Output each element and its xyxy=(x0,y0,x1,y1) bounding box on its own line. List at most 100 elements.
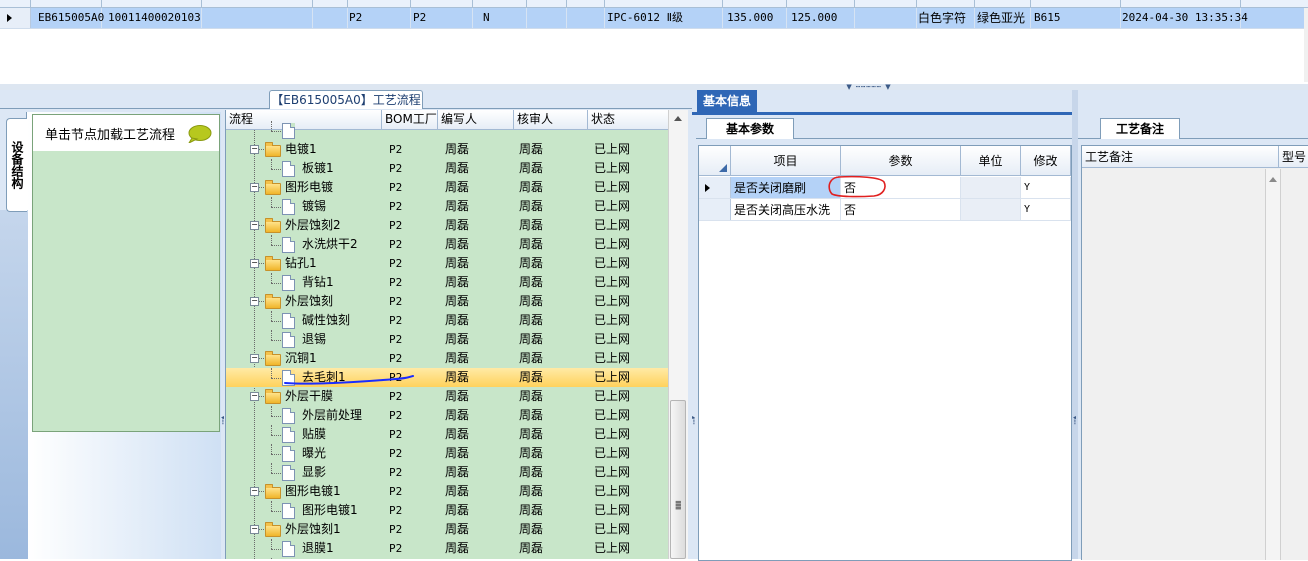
param-col-modify[interactable]: 修改 xyxy=(1021,146,1071,176)
tree-node-label[interactable]: 板镀1 xyxy=(302,159,334,178)
tree-node-step[interactable]: 曝光 P2 周磊 周磊 已上网 xyxy=(226,444,669,463)
tree-cell-factory[interactable]: P2 xyxy=(389,463,402,482)
tree-node-label[interactable]: 外层蚀刻1 xyxy=(285,520,341,539)
tree-cell-status[interactable]: 已上网 xyxy=(594,387,630,406)
order-cell-soldermask[interactable]: 绿色亚光 xyxy=(977,8,1025,28)
tree-cell-writer[interactable]: 周磊 xyxy=(445,178,469,197)
tree-cell-factory[interactable]: P2 xyxy=(389,292,402,311)
order-cell-length[interactable]: 135.000 xyxy=(727,8,773,28)
tree-node-label[interactable]: 沉铜1 xyxy=(285,349,317,368)
tree-cell-status[interactable]: 已上网 xyxy=(594,140,630,159)
tree-node-label[interactable]: 图形电镀1 xyxy=(302,501,358,520)
tree-cell-factory[interactable]: P2 xyxy=(389,273,402,292)
tree-node-label[interactable]: 图形电镀 xyxy=(285,178,333,197)
tree-cell-reviewer[interactable]: 周磊 xyxy=(519,520,543,539)
scroll-up-icon[interactable] xyxy=(674,116,682,121)
tree-cell-writer[interactable]: 周磊 xyxy=(445,311,469,330)
param-modify[interactable]: Y xyxy=(1021,177,1071,198)
tree-cell-status[interactable]: 已上网 xyxy=(594,501,630,520)
tree-cell-writer[interactable]: 周磊 xyxy=(445,520,469,539)
tree-cell-writer[interactable]: 周磊 xyxy=(445,368,469,387)
tree-node-group[interactable]: − 图形电镀 P2 周磊 周磊 已上网 xyxy=(226,178,669,197)
tab-process-remarks[interactable]: 工艺备注 xyxy=(1100,118,1180,139)
tree-cell-reviewer[interactable]: 周磊 xyxy=(519,216,543,235)
tree-cell-status[interactable]: 已上网 xyxy=(594,292,630,311)
tree-node-label[interactable]: 水洗烘干2 xyxy=(302,235,358,254)
tree-cell-reviewer[interactable]: 周磊 xyxy=(519,444,543,463)
tree-cell-writer[interactable]: 周磊 xyxy=(445,159,469,178)
order-cell-part-no[interactable]: EB615005A0 xyxy=(38,8,104,28)
tree-cell-reviewer[interactable]: 周磊 xyxy=(519,539,543,558)
tree-node-step[interactable]: 碱性蚀刻 P2 周磊 周磊 已上网 xyxy=(226,311,669,330)
collapse-icon[interactable]: − xyxy=(250,525,259,534)
tree-cell-reviewer[interactable]: 周磊 xyxy=(519,406,543,425)
tree-node-group[interactable]: − 沉铜1 P2 周磊 周磊 已上网 xyxy=(226,349,669,368)
tree-cell-status[interactable]: 已上网 xyxy=(594,159,630,178)
remarks-scrollbar[interactable] xyxy=(1265,169,1281,560)
tree-node-group[interactable]: − 外层蚀刻 P2 周磊 周磊 已上网 xyxy=(226,292,669,311)
order-row[interactable]: EB615005A0 10011400020103 P2 P2 N IPC-60… xyxy=(0,8,1308,29)
tab-basic-info[interactable]: 基本信息 xyxy=(697,90,757,112)
mid-left-grip-icon[interactable]: ▸ ┇ xyxy=(692,415,696,440)
order-cell-flag[interactable]: N xyxy=(483,8,490,28)
scroll-up-icon[interactable] xyxy=(1269,177,1277,182)
order-cell-factory-2[interactable]: P2 xyxy=(413,8,426,28)
tree-node-label[interactable]: 钻孔1 xyxy=(285,254,317,273)
tree-cell-status[interactable]: 已上网 xyxy=(594,368,630,387)
tree-node-label[interactable]: 贴膜 xyxy=(302,425,326,444)
param-col-item[interactable]: 项目 xyxy=(731,146,841,176)
collapse-icon[interactable]: − xyxy=(250,145,259,154)
tree-cell-status[interactable]: 已上网 xyxy=(594,273,630,292)
tree-cell-reviewer[interactable]: 周磊 xyxy=(519,311,543,330)
remarks-col-remark[interactable]: 工艺备注 xyxy=(1082,146,1279,168)
tree-node-label[interactable]: 曝光 xyxy=(302,444,326,463)
tree-cell-factory[interactable]: P2 xyxy=(389,140,402,159)
tree-cell-writer[interactable]: 周磊 xyxy=(445,501,469,520)
tree-cell-reviewer[interactable]: 周磊 xyxy=(519,159,543,178)
tree-cell-reviewer[interactable]: 周磊 xyxy=(519,254,543,273)
tree-node-label[interactable]: 外层蚀刻2 xyxy=(285,216,341,235)
tree-cell-reviewer[interactable]: 周磊 xyxy=(519,463,543,482)
tree-cell-status[interactable]: 已上网 xyxy=(594,444,630,463)
order-cell-factory[interactable]: P2 xyxy=(349,8,362,28)
tree-node-group[interactable]: − 钻孔1 P2 周磊 周磊 已上网 xyxy=(226,254,669,273)
tree-cell-status[interactable]: 已上网 xyxy=(594,216,630,235)
tree-node-step[interactable]: 背钻1 P2 周磊 周磊 已上网 xyxy=(226,273,669,292)
tree-node-label[interactable]: 退锡 xyxy=(302,330,326,349)
row-selector[interactable] xyxy=(0,8,31,28)
tree-cell-factory[interactable]: P2 xyxy=(389,235,402,254)
collapse-icon[interactable]: − xyxy=(250,221,259,230)
tree-cell-reviewer[interactable]: 周磊 xyxy=(519,425,543,444)
tree-node-step[interactable]: 板镀1 P2 周磊 周磊 已上网 xyxy=(226,159,669,178)
order-cell-code[interactable]: 10011400020103 xyxy=(108,8,201,28)
tree-cell-reviewer[interactable]: 周磊 xyxy=(519,368,543,387)
remarks-col-model[interactable]: 型号 xyxy=(1279,146,1308,168)
right-splitter-grip-icon[interactable]: ◂ ┇ xyxy=(1073,415,1077,440)
tree-node-label[interactable]: 图形电镀1 xyxy=(285,482,341,501)
tree-cell-status[interactable]: 已上网 xyxy=(594,349,630,368)
tree-cell-factory[interactable]: P2 xyxy=(389,216,402,235)
tree-cell-reviewer[interactable]: 周磊 xyxy=(519,349,543,368)
tree-cell-writer[interactable]: 周磊 xyxy=(445,330,469,349)
tree-cell-factory[interactable]: P2 xyxy=(389,197,402,216)
tree-cell-factory[interactable]: P2 xyxy=(389,406,402,425)
tree-node-label[interactable]: 电镀1 xyxy=(285,140,317,159)
collapse-icon[interactable]: − xyxy=(250,259,259,268)
tree-cell-writer[interactable]: 周磊 xyxy=(445,349,469,368)
tree-cell-writer[interactable]: 周磊 xyxy=(445,463,469,482)
param-corner[interactable] xyxy=(699,146,731,176)
order-cell-model[interactable]: B615 xyxy=(1034,8,1061,28)
tree-node-step[interactable]: 水洗烘干2 P2 周磊 周磊 已上网 xyxy=(226,235,669,254)
tree-node-step[interactable]: 外层前处理 P2 周磊 周磊 已上网 xyxy=(226,406,669,425)
tree-node-step[interactable]: 显影 P2 周磊 周磊 已上网 xyxy=(226,463,669,482)
tree-cell-reviewer[interactable]: 周磊 xyxy=(519,482,543,501)
tree-cell-writer[interactable]: 周磊 xyxy=(445,387,469,406)
tab-process-flow[interactable]: 【EB615005A0】工艺流程 xyxy=(269,90,423,109)
tree-node-step[interactable]: 退锡 P2 周磊 周磊 已上网 xyxy=(226,330,669,349)
tree-cell-writer[interactable]: 周磊 xyxy=(445,425,469,444)
tree-cell-status[interactable]: 已上网 xyxy=(594,463,630,482)
tree-cell-writer[interactable]: 周磊 xyxy=(445,254,469,273)
tree-cell-factory[interactable]: P2 xyxy=(389,425,402,444)
tree-cell-reviewer[interactable]: 周磊 xyxy=(519,140,543,159)
tree-node-group[interactable]: − 电镀1 P2 周磊 周磊 已上网 xyxy=(226,140,669,159)
